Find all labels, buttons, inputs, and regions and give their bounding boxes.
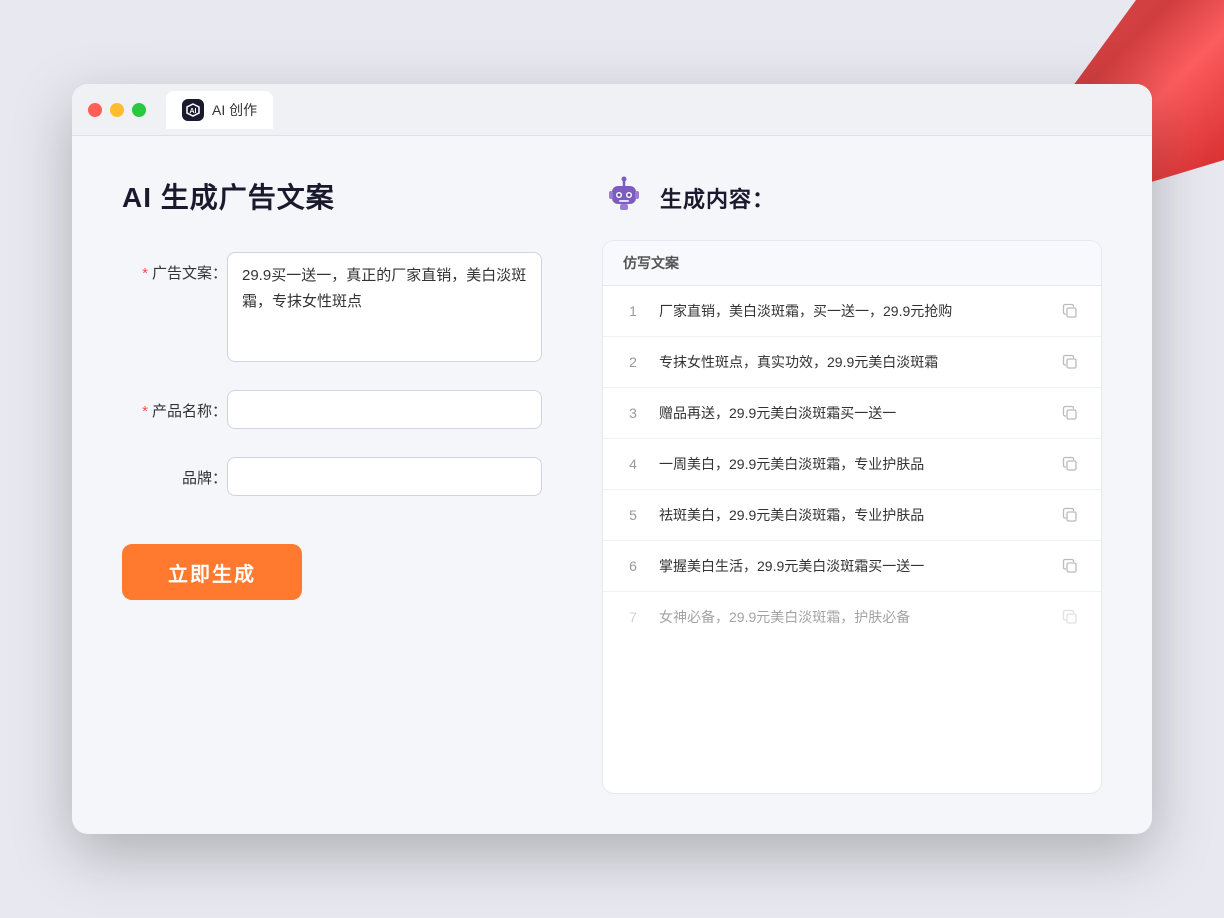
row-number: 2: [623, 354, 643, 370]
row-number: 7: [623, 609, 643, 625]
required-star: *: [142, 265, 148, 282]
table-row: 6 掌握美白生活，29.9元美白淡斑霜买一送一: [603, 541, 1101, 592]
close-button[interactable]: [88, 103, 102, 117]
row-text: 厂家直销，美白淡斑霜，买一送一，29.9元抢购: [659, 301, 1043, 322]
required-star-2: *: [142, 403, 148, 420]
brand-input[interactable]: 好白: [227, 457, 542, 496]
minimize-button[interactable]: [110, 103, 124, 117]
main-content: AI 生成广告文案 *广告文案： 29.9买一送一，真正的厂家直销，美白淡斑霜，…: [72, 136, 1152, 834]
tab-icon: AI: [182, 99, 204, 121]
tab-label: AI 创作: [212, 100, 257, 120]
robot-icon: [602, 176, 646, 220]
traffic-lights: [88, 103, 146, 117]
table-row: 5 祛斑美白，29.9元美白淡斑霜，专业护肤品: [603, 490, 1101, 541]
brand-label: 品牌：: [122, 457, 227, 488]
copy-button[interactable]: [1059, 300, 1081, 322]
title-bar: AI AI 创作: [72, 84, 1152, 136]
row-text: 掌握美白生活，29.9元美白淡斑霜买一送一: [659, 556, 1043, 577]
copy-button[interactable]: [1059, 555, 1081, 577]
row-text: 祛斑美白，29.9元美白淡斑霜，专业护肤品: [659, 505, 1043, 526]
row-text: 一周美白，29.9元美白淡斑霜，专业护肤品: [659, 454, 1043, 475]
copy-button[interactable]: [1059, 351, 1081, 373]
form-group-brand: 品牌： 好白: [122, 457, 542, 496]
browser-window: AI AI 创作 AI 生成广告文案 *广告文案： 29.9买一送一，真正的厂家…: [72, 84, 1152, 834]
product-name-label: *产品名称：: [122, 390, 227, 421]
ad-copy-textarea[interactable]: 29.9买一送一，真正的厂家直销，美白淡斑霜，专抹女性斑点: [227, 252, 542, 362]
ad-copy-label: *广告文案：: [122, 252, 227, 283]
row-text: 女神必备，29.9元美白淡斑霜，护肤必备: [659, 607, 1043, 628]
row-number: 4: [623, 456, 643, 472]
row-number: 1: [623, 303, 643, 319]
copy-button[interactable]: [1059, 504, 1081, 526]
row-number: 3: [623, 405, 643, 421]
table-row: 1 厂家直销，美白淡斑霜，买一送一，29.9元抢购: [603, 286, 1101, 337]
page-title: AI 生成广告文案: [122, 176, 542, 216]
copy-button[interactable]: [1059, 606, 1081, 628]
tab-ai-create[interactable]: AI AI 创作: [166, 91, 273, 129]
result-title: 生成内容：: [660, 182, 775, 214]
form-group-ad-copy: *广告文案： 29.9买一送一，真正的厂家直销，美白淡斑霜，专抹女性斑点: [122, 252, 542, 362]
product-name-input[interactable]: 美白淡斑霜: [227, 390, 542, 429]
row-text: 赠品再送，29.9元美白淡斑霜买一送一: [659, 403, 1043, 424]
svg-text:AI: AI: [190, 108, 197, 115]
results-container: 1 厂家直销，美白淡斑霜，买一送一，29.9元抢购 2 专抹女性斑点，真实功效，29…: [603, 286, 1101, 642]
result-header: 生成内容：: [602, 176, 1102, 220]
copy-button[interactable]: [1059, 453, 1081, 475]
row-number: 5: [623, 507, 643, 523]
form-group-product-name: *产品名称： 美白淡斑霜: [122, 390, 542, 429]
table-row: 2 专抹女性斑点，真实功效，29.9元美白淡斑霜: [603, 337, 1101, 388]
maximize-button[interactable]: [132, 103, 146, 117]
result-table: 仿写文案 1 厂家直销，美白淡斑霜，买一送一，29.9元抢购 2 专抹女性斑点，真实…: [602, 240, 1102, 794]
table-row: 3 赠品再送，29.9元美白淡斑霜买一送一: [603, 388, 1101, 439]
row-number: 6: [623, 558, 643, 574]
table-row: 4 一周美白，29.9元美白淡斑霜，专业护肤品: [603, 439, 1101, 490]
right-panel: 生成内容： 仿写文案 1 厂家直销，美白淡斑霜，买一送一，29.9元抢购 2 专抹女…: [602, 176, 1102, 794]
table-row: 7 女神必备，29.9元美白淡斑霜，护肤必备: [603, 592, 1101, 642]
table-header: 仿写文案: [603, 241, 1101, 286]
row-text: 专抹女性斑点，真实功效，29.9元美白淡斑霜: [659, 352, 1043, 373]
copy-button[interactable]: [1059, 402, 1081, 424]
left-panel: AI 生成广告文案 *广告文案： 29.9买一送一，真正的厂家直销，美白淡斑霜，…: [122, 176, 542, 794]
generate-button[interactable]: 立即生成: [122, 544, 302, 600]
